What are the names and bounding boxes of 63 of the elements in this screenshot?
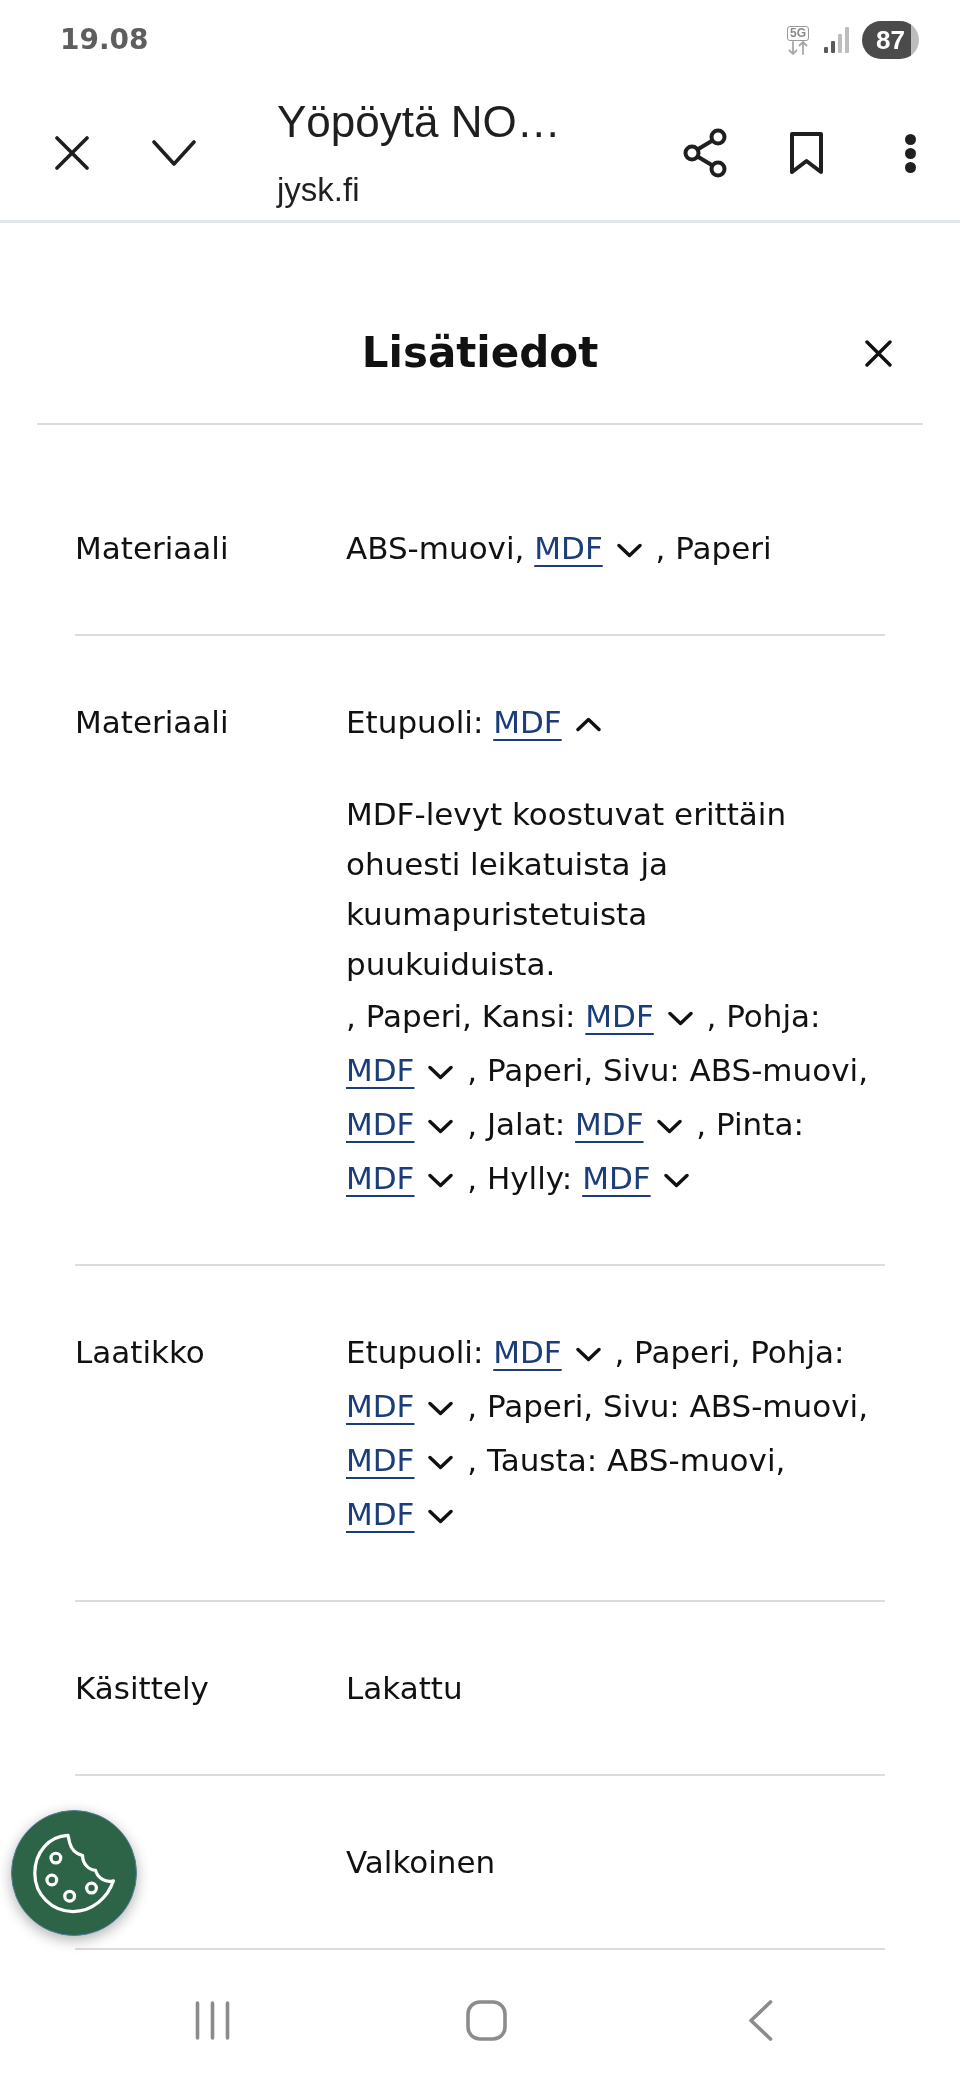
- chevron-down-icon[interactable]: [575, 1347, 601, 1362]
- cookie-icon: [31, 1832, 117, 1914]
- value-text: , Pinta:: [696, 1106, 804, 1142]
- value-text: , Paperi, Sivu: ABS-muovi,: [467, 1388, 868, 1424]
- value-text: , Tausta: ABS-muovi,: [467, 1442, 786, 1478]
- cookie-settings-button[interactable]: [11, 1810, 137, 1936]
- chevron-down-icon[interactable]: [428, 1509, 454, 1524]
- chevron-down-icon[interactable]: [667, 1011, 693, 1026]
- value-text: , Paperi, Pohja:: [614, 1334, 845, 1370]
- page-title: Yöpöytä NO…: [277, 96, 561, 148]
- chevron-down-icon[interactable]: [616, 543, 642, 558]
- value-text: , Paperi, Sivu: ABS-muovi,: [467, 1052, 868, 1088]
- more-options-icon: [903, 132, 917, 174]
- battery-badge: 87: [862, 21, 919, 59]
- value-text: , Pohja:: [706, 998, 821, 1034]
- value-text: Etupuoli:: [346, 1334, 484, 1370]
- material-link[interactable]: MDF: [346, 1160, 415, 1196]
- recent-apps-icon[interactable]: [193, 2000, 231, 2040]
- material-link[interactable]: MDF: [534, 530, 603, 566]
- value-text: , Hylly:: [467, 1160, 573, 1196]
- chevron-down-icon[interactable]: [664, 1173, 690, 1188]
- material-link[interactable]: MDF: [346, 1052, 415, 1088]
- chevron-down-icon[interactable]: [428, 1455, 454, 1470]
- material-link[interactable]: MDF: [493, 1334, 562, 1370]
- value-text: Lakattu: [346, 1670, 463, 1706]
- value-text: , Paperi: [655, 530, 772, 566]
- material-link[interactable]: MDF: [575, 1106, 644, 1142]
- property-label: Käsittely: [75, 1669, 210, 1708]
- material-link[interactable]: MDF: [582, 1160, 651, 1196]
- chevron-down-icon: [152, 139, 196, 167]
- property-label: Materiaali: [75, 529, 230, 568]
- material-description: MDF-levyt koostuvat erittäin ohuesti leikatuista ja kuumapuristetuista puukuiduista.: [346, 795, 788, 984]
- close-icon: [55, 136, 89, 170]
- chevron-down-icon[interactable]: [428, 1401, 454, 1416]
- chevron-down-icon[interactable]: [428, 1119, 454, 1134]
- share-icon: [683, 128, 727, 178]
- value-text: Etupuoli:: [346, 704, 484, 740]
- status-time: 19.08: [60, 23, 149, 57]
- chevron-down-icon[interactable]: [428, 1065, 454, 1080]
- value-text: ABS-muovi,: [346, 530, 525, 566]
- material-link[interactable]: MDF: [346, 1442, 415, 1478]
- value-text: Valkoinen: [346, 1844, 496, 1880]
- property-label: Laatikko: [75, 1333, 206, 1372]
- close-icon: [865, 339, 892, 367]
- value-text: , Paperi, Kansi:: [346, 998, 576, 1034]
- chevron-down-icon[interactable]: [657, 1119, 683, 1134]
- material-link[interactable]: MDF: [346, 1106, 415, 1142]
- network-type-label: 5G: [787, 25, 809, 41]
- panel-title: Lisätiedot: [360, 327, 600, 379]
- chevron-down-icon[interactable]: [428, 1173, 454, 1188]
- material-link[interactable]: MDF: [493, 704, 562, 740]
- value-text: , Jalat:: [467, 1106, 566, 1142]
- material-link[interactable]: MDF: [346, 1388, 415, 1424]
- chevron-up-icon[interactable]: [575, 717, 601, 732]
- material-link[interactable]: MDF: [585, 998, 654, 1034]
- data-arrows-icon: [787, 40, 809, 55]
- page-url: jysk.fi: [277, 170, 360, 210]
- signal-icon: [824, 27, 849, 53]
- home-icon[interactable]: [465, 1999, 507, 2041]
- property-label: Materiaali: [75, 703, 230, 742]
- back-icon[interactable]: [747, 1999, 773, 2041]
- bookmark-icon: [788, 131, 824, 175]
- material-link[interactable]: MDF: [346, 1496, 415, 1532]
